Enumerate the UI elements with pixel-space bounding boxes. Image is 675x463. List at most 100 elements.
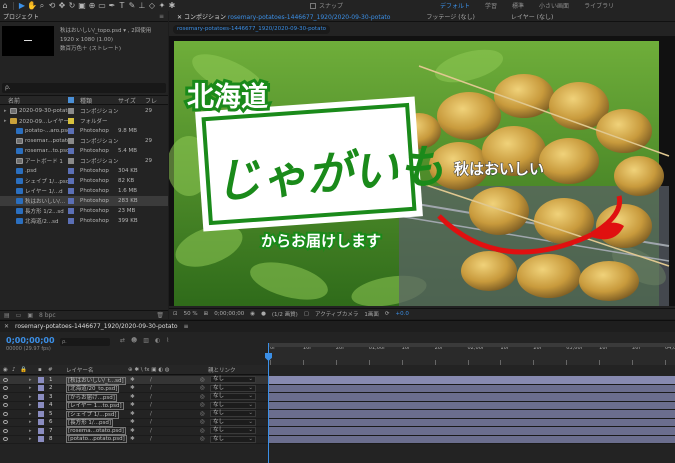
timeline-tab[interactable]: rosemary-potatoes-1446677_1920/2020-09-3…	[15, 323, 178, 330]
project-item[interactable]: 秋はおいしい/... Photoshop 283 KB	[0, 196, 168, 206]
layer-row[interactable]: ▸ 3 [からお届け...psd] ✱ / ◎ なし ⌄	[0, 393, 268, 402]
project-item[interactable]: 北海道/2...sd Photoshop 399 KB	[0, 216, 168, 226]
expand-triangle-icon[interactable]: ▸	[29, 419, 32, 425]
layer-name[interactable]: [北海道/20_to.psd]	[66, 384, 120, 394]
resolution-dropdown[interactable]: (1/2 画質)	[272, 310, 298, 318]
new-folder-icon[interactable]: ▭	[16, 312, 22, 319]
label-color-swatch[interactable]	[68, 208, 74, 214]
pick-whip-icon[interactable]: ◎	[200, 411, 205, 417]
layer-label-color[interactable]	[38, 402, 44, 409]
quality-switch-icon[interactable]: /	[150, 436, 152, 442]
snapshot-icon[interactable]: ◉	[250, 311, 255, 317]
visibility-eye-icon[interactable]	[3, 377, 8, 382]
shy-switch-icon[interactable]: ✱	[130, 411, 135, 417]
layer-duration-bar[interactable]	[268, 376, 675, 385]
tab-composition[interactable]: ✕ コンポジション rosemary-potatoes-1446677_1920…	[169, 12, 398, 21]
project-panel-title[interactable]: プロジェクト	[3, 12, 39, 21]
column-size[interactable]: サイズ	[118, 96, 136, 105]
label-color-swatch[interactable]	[68, 168, 74, 174]
bit-depth[interactable]: 8 bpc	[39, 312, 56, 319]
zoom-dropdown[interactable]: 50 %	[184, 311, 198, 317]
column-frame-rate[interactable]: フレ	[145, 96, 157, 105]
layer-row[interactable]: ▸ 5 [シェイプ 1/...psd] ✱ / ◎ なし ⌄	[0, 410, 268, 419]
parent-dropdown[interactable]: なし ⌄	[210, 410, 256, 418]
close-icon[interactable]: ✕	[4, 323, 9, 330]
project-item[interactable]: ▸ 2020-09-30-potato コンポジション 29	[0, 106, 168, 116]
workspace-small-screen[interactable]: 小さい画面	[539, 1, 569, 10]
layer-duration-bar[interactable]	[268, 401, 675, 410]
roto-icon[interactable]: ✦	[157, 1, 167, 11]
timeline-timecode[interactable]: 0;00;00;00	[6, 336, 55, 345]
type-icon[interactable]: T	[117, 1, 127, 11]
close-icon[interactable]: ✕	[177, 14, 184, 21]
parent-dropdown[interactable]: なし ⌄	[210, 435, 256, 443]
work-area-bar[interactable]	[268, 343, 675, 347]
layer-duration-bar[interactable]	[268, 427, 675, 436]
project-item[interactable]: potato-...aro.psd Photoshop 9.8 MB	[0, 126, 168, 136]
column-name[interactable]: 名前	[8, 96, 20, 105]
visibility-eye-icon[interactable]	[3, 420, 8, 425]
snap-checkbox[interactable]	[310, 2, 316, 9]
layer-duration-bar[interactable]	[268, 393, 675, 402]
composition-viewer[interactable]: 北海道 じゃがいも からお届けします 秋はおいしい	[169, 36, 675, 306]
label-color-swatch[interactable]	[68, 108, 74, 114]
shy-switch-icon[interactable]: ✱	[130, 402, 135, 408]
anchor-icon[interactable]: ⊕	[87, 1, 97, 11]
magnify-icon[interactable]: ⊡	[173, 311, 178, 317]
frame-blend-icon[interactable]: ▥	[143, 337, 149, 344]
layer-label-color[interactable]	[38, 419, 44, 426]
project-item[interactable]: 長方形 1/2...sd Photoshop 23 MB	[0, 206, 168, 216]
project-item[interactable]: アートボード 1 コンポジション 29	[0, 156, 168, 166]
brush-icon[interactable]: ✎	[127, 1, 137, 11]
hand-icon[interactable]: ✋	[27, 1, 37, 11]
label-color-swatch[interactable]	[68, 148, 74, 154]
expand-triangle-icon[interactable]: ▸	[29, 436, 32, 442]
region-icon[interactable]: ▢	[304, 311, 309, 317]
visibility-eye-icon[interactable]	[3, 411, 8, 416]
pick-whip-icon[interactable]: ◎	[200, 419, 205, 425]
parent-dropdown[interactable]: なし ⌄	[210, 393, 256, 401]
column-parent[interactable]: 親とリンク	[208, 366, 236, 374]
workspace-learn[interactable]: 学習	[485, 1, 497, 10]
visibility-eye-icon[interactable]	[3, 394, 8, 399]
layer-name[interactable]: [rosema...otato.psd]	[66, 426, 126, 435]
shy-switch-icon[interactable]: ✱	[130, 436, 135, 442]
project-item[interactable]: .psd Photoshop 304 KB	[0, 166, 168, 176]
color-channel-icon[interactable]: ●	[261, 311, 266, 317]
layer-duration-bar[interactable]	[268, 384, 675, 393]
expand-triangle-icon[interactable]: ▸	[29, 385, 32, 391]
visibility-eye-icon[interactable]	[3, 386, 8, 391]
camera-icon[interactable]: ▣	[77, 1, 87, 11]
pick-whip-icon[interactable]: ◎	[200, 402, 205, 408]
timecode-display[interactable]: 0;00;00;00	[214, 311, 244, 317]
layer-duration-bar[interactable]	[268, 418, 675, 427]
rectangle-icon[interactable]: ▭	[97, 1, 107, 11]
label-color-swatch[interactable]	[68, 128, 74, 134]
parent-dropdown[interactable]: なし ⌄	[210, 376, 256, 384]
label-icon[interactable]: ▪	[38, 367, 42, 373]
camera-dropdown[interactable]: アクティブカメラ	[315, 310, 358, 318]
panel-menu-icon[interactable]: ≡	[184, 323, 189, 330]
quality-switch-icon[interactable]: /	[150, 419, 152, 425]
pick-whip-icon[interactable]: ◎	[200, 394, 205, 400]
quality-switch-icon[interactable]: /	[150, 411, 152, 417]
layer-label-color[interactable]	[38, 393, 44, 400]
label-color-swatch[interactable]	[68, 138, 74, 144]
move-icon[interactable]: ✥	[57, 1, 67, 11]
video-switch-icon[interactable]: ◉	[3, 367, 8, 373]
expand-triangle-icon[interactable]: ▸	[29, 377, 32, 383]
layer-label-color[interactable]	[38, 427, 44, 434]
expand-triangle-icon[interactable]: ▸	[29, 402, 32, 408]
parent-dropdown[interactable]: なし ⌄	[210, 418, 256, 426]
composition-breadcrumb[interactable]: rosemary-potatoes-1446677_1920/2020-09-3…	[173, 25, 330, 34]
home-icon[interactable]: ⌂	[0, 1, 10, 11]
tab-layer[interactable]: レイヤー (なし)	[503, 12, 561, 21]
comp-flowchart-icon[interactable]: ⇄	[120, 337, 125, 344]
pick-whip-icon[interactable]: ◎	[200, 385, 205, 391]
workspace-default[interactable]: デフォルト	[440, 1, 470, 10]
parent-dropdown[interactable]: なし ⌄	[210, 384, 256, 392]
current-time-indicator[interactable]	[268, 343, 269, 463]
eraser-icon[interactable]: ◇	[147, 1, 157, 11]
select-icon[interactable]: ▶	[17, 1, 27, 11]
snap-toggle[interactable]: スナップ	[310, 1, 343, 10]
